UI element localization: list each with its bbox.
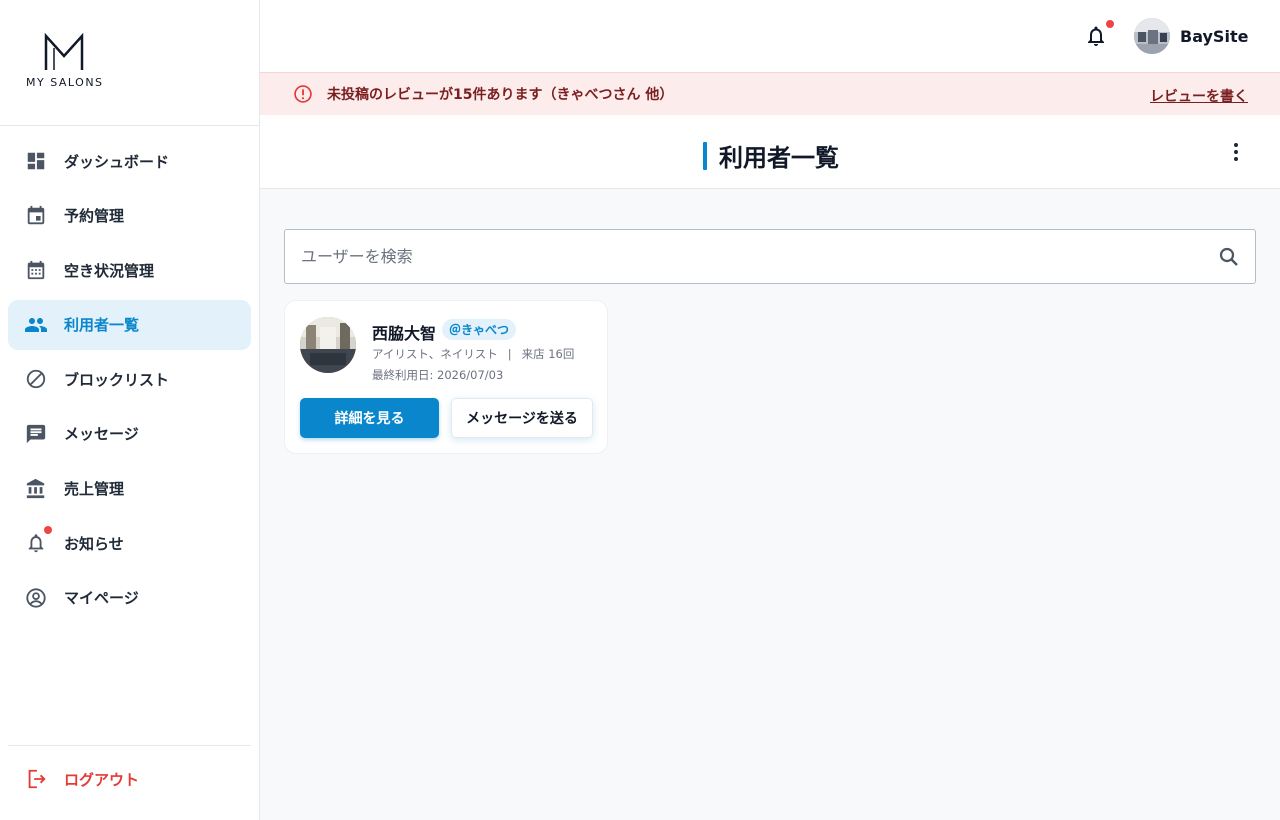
block-icon <box>24 367 48 391</box>
bank-icon <box>24 477 48 501</box>
sidebar-nav: ダッシュボード 予約管理 空き状況管理 利用者一覧 ブロックリスト メッセージ … <box>8 136 251 627</box>
last-used-date: 最終利用日: 2026/07/03 <box>372 368 504 382</box>
calendar-event-icon <box>24 204 48 228</box>
user-search-box <box>284 229 1256 284</box>
logout-icon <box>24 767 48 791</box>
user-card: 西脇大智 ＠きゃべつ アイリスト、ネイリスト | 来店 16回 最終利用日: 202… <box>284 300 608 454</box>
sidebar-item-notices[interactable]: お知らせ <box>8 518 251 568</box>
user-menu[interactable]: BaySite <box>1134 18 1248 54</box>
view-details-button[interactable]: 詳細を見る <box>300 398 439 438</box>
logout-button[interactable]: ログアウト <box>8 754 251 804</box>
sidebar-item-label: 売上管理 <box>64 480 125 499</box>
page-title-wrap: 利用者一覧 <box>703 138 839 173</box>
main-content: 西脇大智 ＠きゃべつ アイリスト、ネイリスト | 来店 16回 最終利用日: 202… <box>260 189 1280 820</box>
user-meta: アイリスト、ネイリスト | 来店 16回 <box>372 346 574 362</box>
logo-text: MY SALONS <box>26 76 104 89</box>
meta-separator: | <box>507 347 512 361</box>
user-name: 西脇大智 <box>372 324 437 343</box>
user-services: アイリスト、ネイリスト <box>372 347 498 361</box>
sidebar-item-availability[interactable]: 空き状況管理 <box>8 245 251 295</box>
kebab-dot <box>1234 150 1238 154</box>
sidebar-item-reservations[interactable]: 予約管理 <box>8 191 251 241</box>
review-alert-banner: 未投稿のレビューが15件あります（きゃべつさん 他） レビューを書く <box>260 72 1280 115</box>
bell-icon <box>24 526 52 555</box>
search-icon[interactable] <box>1217 245 1241 269</box>
calendar-grid-icon <box>24 258 48 282</box>
sidebar-item-blocklist[interactable]: ブロックリスト <box>8 354 251 404</box>
sidebar-item-label: ダッシュボード <box>64 152 170 171</box>
send-message-button[interactable]: メッセージを送る <box>451 398 593 438</box>
sidebar-item-label: 予約管理 <box>64 207 125 226</box>
sidebar-item-mypage[interactable]: マイページ <box>8 573 251 623</box>
user-name: BaySite <box>1180 26 1249 46</box>
sidebar-item-label: 空き状況管理 <box>64 261 155 280</box>
sidebar-bottom-divider <box>8 745 251 746</box>
notification-bell-button[interactable] <box>1084 20 1114 48</box>
dashboard-icon <box>24 149 48 173</box>
notification-dot <box>44 526 52 535</box>
notification-dot <box>1106 20 1114 28</box>
page-header: 利用者一覧 <box>260 115 1280 189</box>
chat-icon <box>24 422 48 446</box>
sidebar-item-label: 利用者一覧 <box>64 316 140 335</box>
user-handle-badge: ＠きゃべつ <box>442 319 517 340</box>
avatar <box>300 317 356 373</box>
page-title: 利用者一覧 <box>719 144 839 172</box>
kebab-dot <box>1234 157 1238 161</box>
account-circle-icon <box>24 586 48 610</box>
sidebar-item-label: お知らせ <box>64 534 124 553</box>
sidebar-item-label: マイページ <box>64 589 139 608</box>
sidebar-item-users[interactable]: 利用者一覧 <box>8 299 251 350</box>
more-options-button[interactable] <box>1226 140 1246 164</box>
top-bar: BaySite <box>260 0 1280 72</box>
avatar <box>1134 18 1170 54</box>
title-accent-bar <box>703 141 707 170</box>
sidebar: MY SALONS ダッシュボード 予約管理 空き状況管理 利用者一覧 ブロック… <box>0 0 260 820</box>
sidebar-item-label: メッセージ <box>64 425 139 444</box>
logo-mark-icon <box>44 32 84 70</box>
logout-label: ログアウト <box>64 770 140 789</box>
sidebar-divider <box>0 125 259 126</box>
sidebar-item-dashboard[interactable]: ダッシュボード <box>8 136 251 186</box>
write-review-link[interactable]: レビューを書く <box>1150 86 1248 106</box>
bell-icon <box>1088 26 1104 46</box>
app-logo[interactable]: MY SALONS <box>26 32 116 92</box>
visit-count: 来店 16回 <box>521 347 575 361</box>
sidebar-item-sales[interactable]: 売上管理 <box>8 464 251 514</box>
search-input[interactable] <box>285 230 1205 283</box>
kebab-dot <box>1234 143 1238 147</box>
alert-message: 未投稿のレビューが15件あります（きゃべつさん 他） <box>327 87 674 103</box>
sidebar-item-label: ブロックリスト <box>64 370 170 389</box>
people-icon <box>24 313 48 337</box>
sidebar-item-messages[interactable]: メッセージ <box>8 409 251 459</box>
alert-circle-icon <box>293 84 313 104</box>
